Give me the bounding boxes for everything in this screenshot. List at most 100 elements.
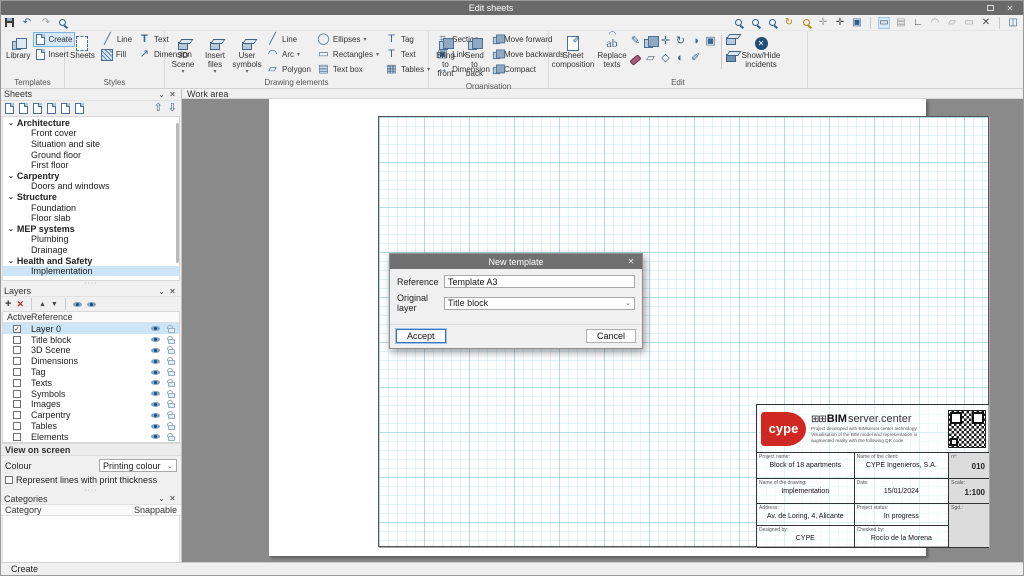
layer-visibility-icon[interactable] <box>151 348 160 353</box>
layer-row[interactable]: Carpentry <box>3 410 179 421</box>
collapse-icon[interactable]: ⌄ <box>156 287 167 296</box>
layer-row[interactable]: Texts <box>3 377 179 388</box>
send-to-back-button[interactable]: Send to back <box>461 32 488 81</box>
keyboard-entry-icon[interactable]: ▤ <box>895 17 907 29</box>
zoom-all-icon[interactable] <box>766 17 778 29</box>
tree-scrollbar[interactable] <box>176 123 179 263</box>
rotate-icon[interactable]: ↻ <box>674 35 687 48</box>
add-sheet-icon[interactable] <box>19 103 28 114</box>
move-up-icon[interactable]: ⇧ <box>154 103 163 114</box>
chevron-down-icon[interactable]: ⌄ <box>8 193 14 201</box>
close-icon[interactable]: ✕ <box>167 90 178 99</box>
tree-item[interactable]: ⌄ Health and Safety <box>3 255 179 266</box>
layer-lock-icon[interactable] <box>168 393 175 398</box>
tree-item[interactable]: ⌄ Structure <box>3 192 179 203</box>
layer-visibility-icon[interactable] <box>151 370 160 375</box>
library-button[interactable]: Library <box>4 32 32 64</box>
tree-item[interactable]: ⌄ Plumbing <box>3 234 179 245</box>
collapse-icon[interactable]: ⌄ <box>156 494 167 503</box>
chevron-down-icon[interactable]: ⌄ <box>8 225 14 233</box>
layer-visibility-icon[interactable] <box>151 391 160 396</box>
layer-active-checkbox[interactable] <box>13 433 21 441</box>
edit-sheet-icon[interactable] <box>61 103 70 114</box>
zoom-previous-icon[interactable] <box>800 17 812 29</box>
copy-icon[interactable] <box>644 35 657 48</box>
zoom-model-icon[interactable] <box>749 17 761 29</box>
layer-active-checkbox[interactable]: ✓ <box>13 325 21 333</box>
close-icon[interactable]: ✕ <box>167 287 178 296</box>
layer-lock-icon[interactable] <box>168 382 175 387</box>
print-thickness-checkbox[interactable] <box>5 476 13 484</box>
layer-lock-icon[interactable] <box>168 403 175 408</box>
layer-active-checkbox[interactable] <box>13 379 21 387</box>
mirror-horizontal-icon[interactable]: ◐ <box>674 52 687 65</box>
comment-icon[interactable]: ▭ <box>963 17 975 29</box>
layer-lock-icon[interactable] <box>168 425 175 430</box>
layer-lock-icon[interactable] <box>168 328 175 333</box>
undo-icon[interactable]: ↶ <box>21 17 33 29</box>
layer-row[interactable]: Tag <box>3 367 179 378</box>
layer-down-icon[interactable]: ▼ <box>51 301 58 308</box>
tree-item[interactable]: ⌄ Architecture <box>3 117 179 128</box>
layer-row[interactable]: Images <box>3 399 179 410</box>
tree-item[interactable]: ⌄ Front cover <box>3 128 179 139</box>
view-3d-solid-icon[interactable] <box>726 54 736 62</box>
dialog-close-icon[interactable]: ✕ <box>620 257 642 266</box>
layer-lock-icon[interactable] <box>168 349 175 354</box>
text-box-button[interactable]: ▤Text box▾ <box>314 62 382 77</box>
tree-item[interactable]: ⌄ Drainage <box>3 245 179 256</box>
text-button[interactable]: TText▾ <box>382 47 433 62</box>
move-icon[interactable]: ✛ <box>659 35 672 48</box>
arc-button[interactable]: ◠Arc▾ <box>263 47 314 62</box>
edit-pencil-icon[interactable]: ✎ <box>629 35 642 48</box>
arc-tool-icon[interactable]: ◠ <box>929 17 941 29</box>
line-style-button[interactable]: ╱Line <box>98 32 135 47</box>
layer-up-icon[interactable]: ▲ <box>39 301 46 308</box>
move-view-icon[interactable]: ✛ <box>834 17 846 29</box>
edit-polygon-icon[interactable]: ▱ <box>644 52 657 65</box>
layer-visibility-icon[interactable] <box>151 424 160 429</box>
tree-item[interactable]: ⌄ MEP systems <box>3 223 179 234</box>
tree-item[interactable]: ⌄ Floor slab <box>3 213 179 224</box>
layer-row[interactable]: ✓ Layer 0 <box>3 323 179 334</box>
original-layer-select[interactable]: Title block ⌄ <box>444 297 635 310</box>
layer-row[interactable]: 3D Scene <box>3 345 179 356</box>
layer-active-checkbox[interactable] <box>13 357 21 365</box>
cancel-button[interactable]: Cancel <box>586 329 636 343</box>
layer-active-checkbox[interactable] <box>13 368 21 376</box>
add-layer-icon[interactable]: + <box>5 298 11 310</box>
redraw-icon[interactable]: ↻ <box>783 17 795 29</box>
eraser-icon[interactable] <box>629 52 642 65</box>
show-all-layers-icon[interactable] <box>73 302 82 307</box>
pan-icon[interactable]: ✛ <box>817 17 829 29</box>
user-symbols-button[interactable]: User symbols ▾ <box>232 32 262 77</box>
title-block[interactable]: cype ⊞⊞ BIM server.center Project develo… <box>756 404 989 547</box>
sheet-composition-button[interactable]: Sheet composition <box>552 32 594 73</box>
polygon-button[interactable]: ▱Polygon▾ <box>263 62 314 77</box>
view-3d-icon[interactable] <box>726 37 736 45</box>
layer-visibility-icon[interactable] <box>151 359 160 364</box>
tree-item[interactable]: ⌄ Implementation <box>3 266 179 277</box>
tree-item[interactable]: ⌄ Ground floor <box>3 149 179 160</box>
show-hide-incidents-button[interactable]: ✕ Show/Hide incidents <box>737 32 785 73</box>
restore-button[interactable] <box>981 2 999 14</box>
colour-select[interactable]: Printing colour ⌄ <box>99 459 177 472</box>
close-button[interactable]: ✕ <box>1001 2 1019 14</box>
layer-lock-icon[interactable] <box>168 360 175 365</box>
move-down-icon[interactable]: ⇩ <box>168 103 177 114</box>
drawing-viewport[interactable]: cype ⊞⊞ BIM server.center Project develo… <box>182 99 1023 564</box>
print-sheet-icon[interactable] <box>75 103 84 114</box>
layer-row[interactable]: Dimensions <box>3 356 179 367</box>
layer-visibility-icon[interactable] <box>151 337 160 342</box>
new-sheet-icon[interactable] <box>5 103 14 114</box>
collapse-icon[interactable]: ⌄ <box>156 90 167 99</box>
save-icon[interactable] <box>5 18 14 27</box>
redo-icon[interactable]: ↷ <box>40 17 52 29</box>
isolate-layer-icon[interactable] <box>87 302 96 307</box>
sheets-style-button[interactable]: Sheets <box>68 32 97 64</box>
tag-button[interactable]: TTag▾ <box>382 32 433 47</box>
chevron-down-icon[interactable]: ⌄ <box>8 119 14 127</box>
chevron-down-icon[interactable]: ⌄ <box>8 172 14 180</box>
bring-to-front-button[interactable]: Bring to front <box>432 32 459 81</box>
mirror-vertical-icon[interactable]: ◑ <box>689 35 702 48</box>
